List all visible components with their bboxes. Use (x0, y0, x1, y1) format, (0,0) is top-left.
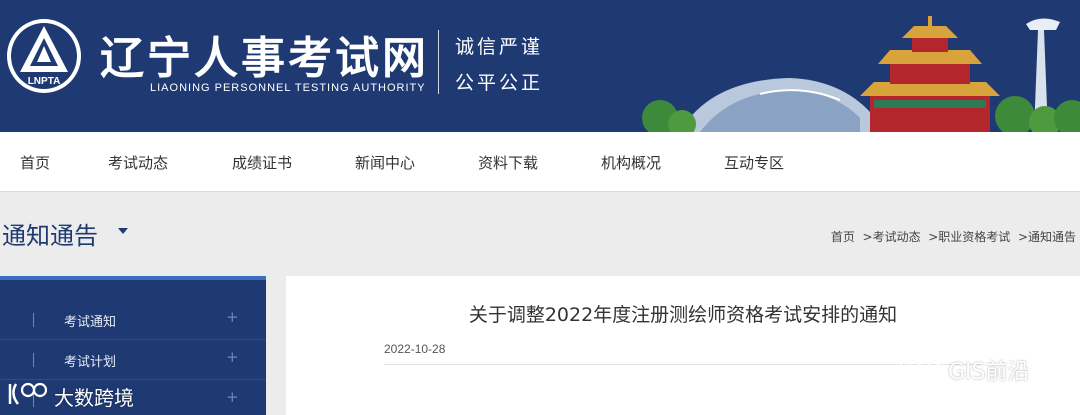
watermark-left-text: 大数跨境 (54, 386, 134, 410)
header-divider (438, 30, 439, 94)
caret-down-icon[interactable] (118, 228, 128, 234)
article-panel: 关于调整2022年度注册测绘师资格考试安排的通知 2022-10-28 (286, 276, 1080, 415)
nav-interaction[interactable]: 互动专区 (724, 152, 784, 173)
nav-scores-certificates[interactable]: 成绩证书 (232, 152, 292, 173)
expand-plus-icon[interactable]: + (226, 348, 239, 366)
expand-plus-icon[interactable]: + (226, 308, 239, 326)
nav-downloads[interactable]: 资料下载 (478, 152, 538, 173)
sidebar-item-marker (33, 353, 34, 367)
article-title: 关于调整2022年度注册测绘师资格考试安排的通知 (468, 304, 898, 326)
lnpta-logo[interactable]: LNPTA (4, 16, 84, 96)
article-date: 2022-10-28 (384, 342, 446, 356)
wechat-icon (900, 353, 942, 380)
nav-home[interactable]: 首页 (20, 152, 50, 173)
section-title[interactable]: 通知通告 (2, 216, 98, 251)
breadcrumb-exam-news[interactable]: >考试动态 (863, 230, 921, 244)
nav-news-center[interactable]: 新闻中心 (355, 152, 415, 173)
sidebar-item-label: 考试计划 (64, 355, 117, 370)
watermark-right-text: GIS前沿 (948, 360, 1030, 385)
article-divider (384, 364, 984, 365)
site-title[interactable]: 辽宁人事考试网 (100, 22, 429, 86)
brand-logo-icon (8, 382, 48, 405)
sidebar-item-label: 考试通知 (64, 315, 117, 330)
breadcrumb-notices[interactable]: >通知通告 (1018, 230, 1076, 244)
motto-line-1: 诚信严谨 (455, 36, 544, 58)
site-header: LNPTA 辽宁人事考试网 LIAONING PERSONNEL TESTING… (0, 0, 1080, 132)
breadcrumb-home[interactable]: 首页 (831, 230, 855, 244)
breadcrumb-professional-exams[interactable]: >职业资格考试 (928, 230, 1010, 244)
svg-text:LNPTA: LNPTA (28, 76, 61, 87)
main-nav: 首页 考试动态 成绩证书 新闻中心 资料下载 机构概况 互动专区 (0, 132, 1080, 192)
sidebar-item-exam-plan[interactable]: 考试计划 + (0, 340, 266, 380)
nav-about[interactable]: 机构概况 (601, 152, 661, 173)
breadcrumb: 首页 >考试动态 >职业资格考试 >通知通告 (831, 228, 1076, 245)
sidebar-item-exam-notice[interactable]: 考试通知 + (0, 300, 266, 340)
site-subtitle: LIAONING PERSONNEL TESTING AUTHORITY (150, 82, 426, 94)
motto-line-2: 公平公正 (455, 72, 544, 94)
nav-exam-news[interactable]: 考试动态 (108, 152, 168, 173)
expand-plus-icon[interactable]: + (226, 388, 239, 406)
header-scenery-illustration (642, 16, 1080, 132)
sidebar-item-marker (33, 313, 34, 327)
